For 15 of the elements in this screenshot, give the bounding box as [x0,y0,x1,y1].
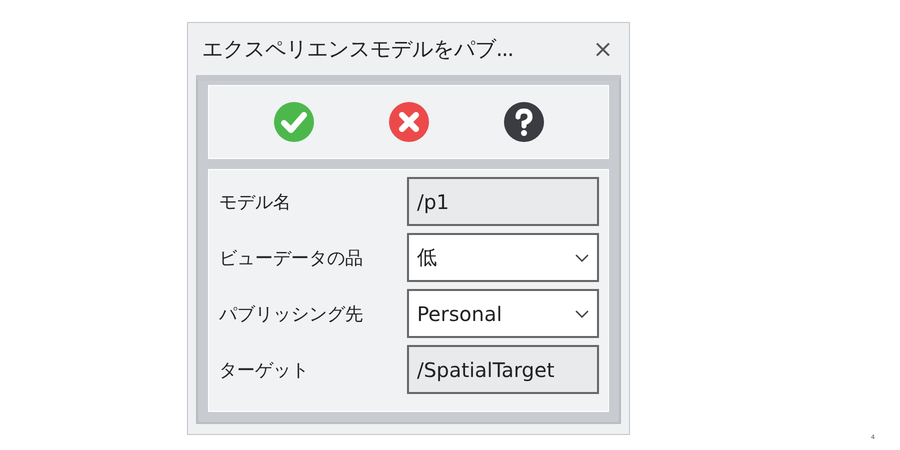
text-field[interactable]: /SpatialTarget [407,345,599,394]
field-label: パブリッシング先 [219,302,364,326]
field-label: ビューデータの品 [219,246,364,270]
close-button[interactable]: × [590,35,615,63]
dropdown-field[interactable]: 低 [407,233,599,282]
text-field[interactable]: /p1 [407,177,599,226]
field-label: ターゲット [219,358,310,382]
field-label: モデル名 [219,190,292,214]
help-icon[interactable] [504,102,544,142]
dropdown-field[interactable]: Personal [407,289,599,338]
check-icon[interactable] [274,102,314,142]
window-title: エクスペリエンスモデルをパブ... [202,36,514,63]
close-icon[interactable] [388,102,428,142]
chevron-icon [575,254,589,262]
chevron-icon [575,310,589,318]
